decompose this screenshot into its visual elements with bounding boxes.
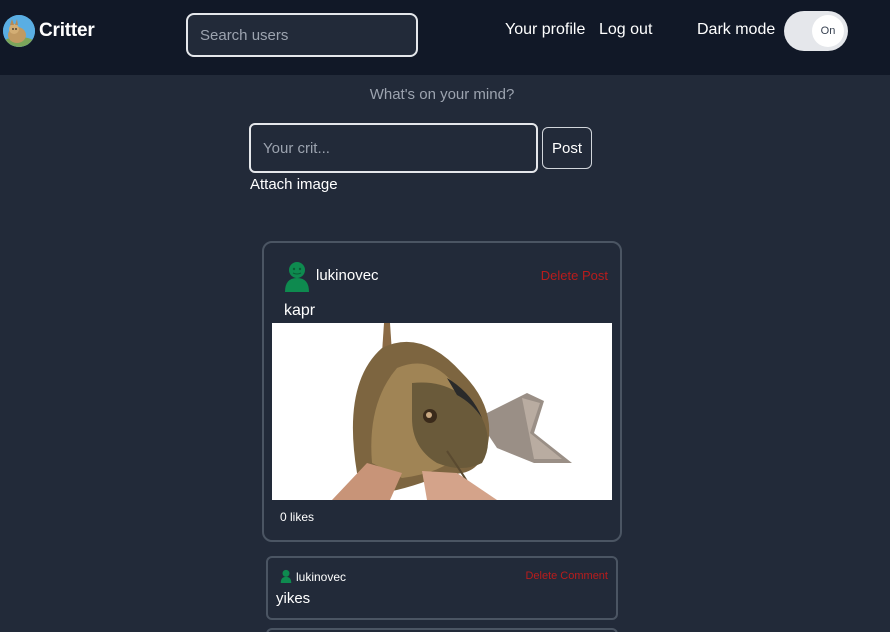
delete-comment-button[interactable]: Delete Comment [525,570,608,582]
navbar: Critter Your profile Log out Dark mode O… [0,0,890,75]
your-profile-link[interactable]: Your profile [505,21,585,39]
carp-fish-photo [272,323,612,500]
comment-card [266,628,618,632]
brand-name: Critter [39,20,95,41]
post-button[interactable]: Post [542,127,592,169]
user-avatar-icon [280,568,292,587]
composer-prompt: What's on your mind? [369,86,515,103]
delete-post-button[interactable]: Delete Post [541,268,608,283]
logout-link[interactable]: Log out [599,21,652,39]
comment-card: lukinovec Delete Comment yikes [266,556,618,620]
comment-text: yikes [276,590,311,607]
user-avatar-icon [284,260,310,296]
dark-mode-label: Dark mode [697,21,776,38]
comment-username[interactable]: lukinovec [296,570,346,584]
post-card: lukinovec Delete Post kapr 0 likes [262,241,622,542]
brand-home-link[interactable]: Critter [3,15,95,47]
attach-image-button[interactable]: Attach image [250,176,338,193]
toggle-knob: On [812,15,844,47]
dark-mode-toggle[interactable]: On [784,11,848,51]
post-text: kapr [284,302,316,319]
critter-logo-icon [3,15,35,47]
post-likes-count: 0 likes [280,510,315,524]
search-users-input[interactable] [186,13,418,57]
crit-input[interactable] [249,123,538,173]
post-username[interactable]: lukinovec [316,267,379,284]
